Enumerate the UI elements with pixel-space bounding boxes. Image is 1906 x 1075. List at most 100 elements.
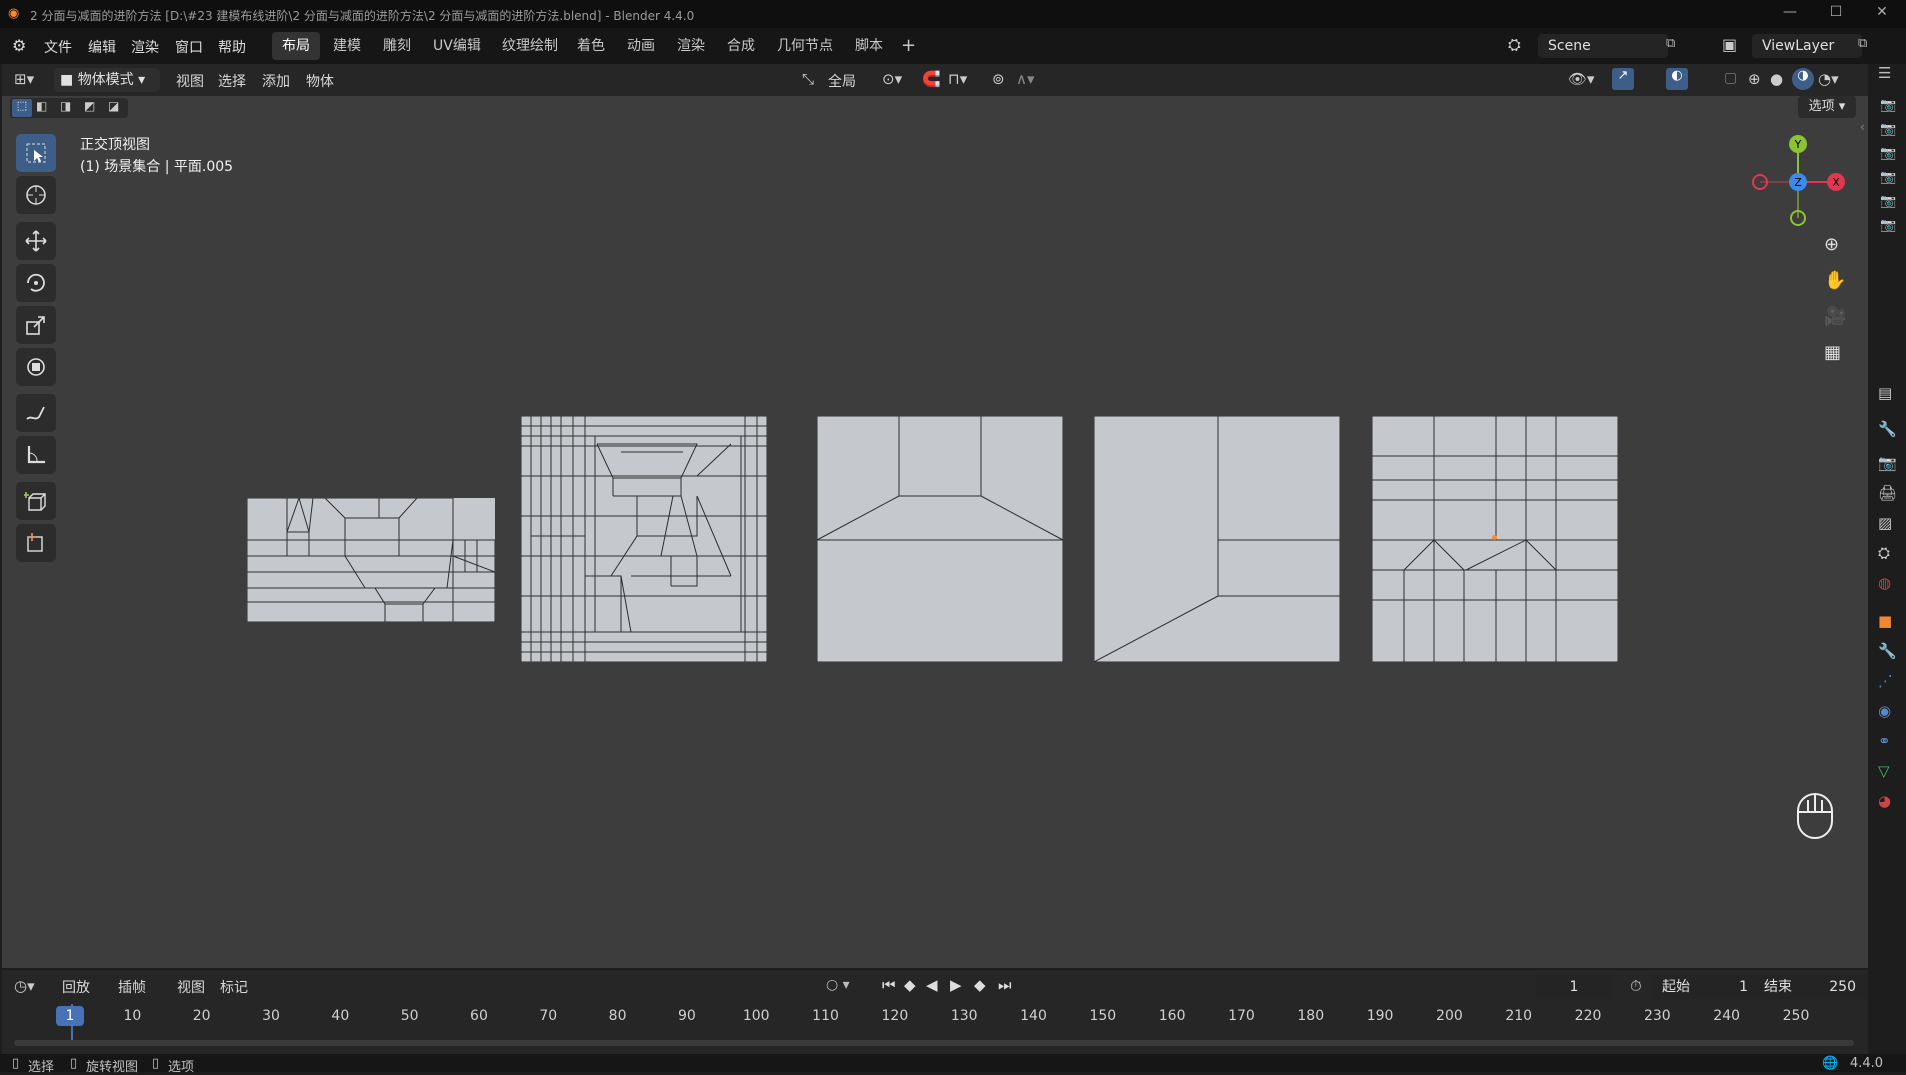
menu-render[interactable]: 渲染	[131, 37, 159, 57]
workspace-tab-texture-paint[interactable]: 纹理绘制	[492, 32, 568, 60]
camera-view-icon[interactable]: 🎥	[1824, 306, 1846, 327]
timeline-menu-playback[interactable]: 回放	[62, 977, 90, 997]
tool-move[interactable]	[16, 222, 56, 260]
workspace-tab-rendering[interactable]: 渲染	[667, 32, 715, 60]
tool-cursor[interactable]	[16, 176, 56, 214]
menu-file[interactable]: 文件	[44, 37, 72, 57]
editor-type-icon[interactable]: ⊞▾	[14, 70, 34, 88]
object-properties-icon[interactable]: ■	[1878, 612, 1892, 630]
pivot-point-icon[interactable]: ⊙▾	[882, 70, 902, 88]
3d-viewport[interactable]: 选项 ▾ ⬚ ◧ ◨ ◩ ◪ 正交顶视图 (1) 场景集合 | 平面.005 Y…	[2, 96, 1868, 968]
solid-shading-icon[interactable]: ●	[1770, 70, 1783, 88]
minimize-button[interactable]: —	[1770, 4, 1810, 24]
tool-add-cube[interactable]	[16, 482, 56, 520]
sidebar-toggle-icon[interactable]: ‹	[1860, 120, 1865, 134]
timeline-editor-type-icon[interactable]: ◷▾	[14, 977, 35, 995]
mesh-plane-3[interactable]	[817, 416, 1063, 662]
camera-toggle-icon-4[interactable]: 📷	[1880, 170, 1896, 185]
viewport-menu-add[interactable]: 添加	[262, 71, 290, 91]
blender-menu-icon[interactable]: ⚙	[12, 36, 26, 55]
snap-target-icon[interactable]: ⊓▾	[948, 70, 967, 88]
mode-selector[interactable]: ■ 物体模式 ▾	[54, 68, 160, 92]
particles-properties-icon[interactable]: ⋰	[1878, 672, 1893, 690]
visibility-icon[interactable]: 👁▾	[1568, 70, 1595, 88]
tool-scale[interactable]	[16, 306, 56, 344]
scene-field[interactable]: Scene	[1538, 34, 1668, 58]
menu-edit[interactable]: 编辑	[88, 37, 116, 57]
camera-toggle-icon-6[interactable]: 📷	[1880, 218, 1896, 233]
material-preview-icon[interactable]: ◑	[1792, 68, 1814, 90]
tool-measure[interactable]	[16, 436, 56, 474]
timeline-scrollbar[interactable]	[14, 1040, 1854, 1046]
zoom-icon[interactable]: ⊕	[1824, 234, 1839, 255]
tool-select-box[interactable]	[16, 134, 56, 172]
maximize-button[interactable]: ☐	[1816, 4, 1856, 24]
select-invert-icon[interactable]: ◩	[84, 99, 95, 113]
playhead-frame-indicator[interactable]: 1	[56, 1006, 84, 1026]
material-properties-icon[interactable]: ◕	[1878, 792, 1891, 810]
select-subtract-icon[interactable]: ◨	[60, 99, 71, 113]
start-frame-field[interactable]: 起始 1	[1652, 975, 1760, 999]
view-layer-selector-icon[interactable]: ▣	[1722, 35, 1737, 54]
menu-help[interactable]: 帮助	[218, 37, 246, 57]
play-icon[interactable]: ▶	[950, 976, 962, 994]
camera-toggle-icon-5[interactable]: 📷	[1880, 194, 1896, 209]
camera-toggle-icon-1[interactable]: 📷	[1880, 98, 1896, 113]
select-intersect-icon[interactable]: ◪	[108, 99, 119, 113]
jump-to-end-icon[interactable]: ⏭	[998, 976, 1012, 994]
view-layer-field[interactable]: ViewLayer	[1752, 34, 1862, 58]
outliner-icon[interactable]: ☰	[1878, 64, 1891, 82]
workspace-tab-sculpting[interactable]: 雕刻	[373, 32, 421, 60]
viewport-menu-view[interactable]: 视图	[176, 71, 204, 91]
play-reverse-icon[interactable]: ◀	[926, 976, 938, 994]
jump-to-keyframe-next-icon[interactable]: ◆	[974, 976, 986, 994]
transform-orientation-value[interactable]: 全局	[828, 71, 856, 91]
overlay-toggle-icon[interactable]: ◐	[1666, 68, 1688, 90]
ortho-toggle-icon[interactable]: ▦	[1824, 342, 1841, 363]
tool-transform[interactable]	[16, 348, 56, 386]
viewport-menu-select[interactable]: 选择	[218, 71, 246, 91]
jump-to-start-icon[interactable]: ⏮	[882, 976, 896, 994]
current-frame-field[interactable]: 1	[1536, 975, 1612, 999]
modifier-properties-icon[interactable]: 🔧	[1878, 642, 1897, 660]
view-layer-properties-icon[interactable]: ▨	[1878, 514, 1892, 532]
gizmo-toggle-icon[interactable]: ↗	[1612, 68, 1634, 90]
select-extend-icon[interactable]: ◧	[36, 99, 47, 113]
timeline-menu-marker[interactable]: 标记	[220, 977, 248, 997]
tool-annotate[interactable]	[16, 394, 56, 432]
snap-icon[interactable]: 🧲	[922, 70, 941, 88]
auto-keying-icon[interactable]: ○ ▾	[826, 977, 850, 993]
constraints-properties-icon[interactable]: ⚭	[1878, 732, 1891, 750]
workspace-tab-uv-editing[interactable]: UV编辑	[423, 32, 491, 60]
mesh-plane-5[interactable]	[1372, 416, 1618, 662]
timeline-menu-keying[interactable]: 插帧	[118, 977, 146, 997]
scene-selector-icon[interactable]: ⛭	[1508, 35, 1521, 55]
mesh-plane-4[interactable]	[1094, 416, 1340, 662]
proportional-editing-icon[interactable]: ⊚	[992, 70, 1005, 88]
viewport-menu-object[interactable]: 物体	[306, 71, 334, 91]
workspace-tab-shading[interactable]: 着色	[567, 32, 615, 60]
scene-properties-icon[interactable]: ⛭	[1878, 544, 1890, 562]
xray-toggle-icon[interactable]: ▢	[1724, 70, 1737, 86]
falloff-icon[interactable]: ∧▾	[1016, 70, 1035, 88]
render-properties-icon[interactable]: 📷	[1878, 454, 1897, 472]
end-frame-field[interactable]: 结束 250	[1754, 975, 1868, 999]
output-properties-icon[interactable]: 🖨	[1878, 484, 1897, 502]
timeline-menu-view[interactable]: 视图	[177, 977, 205, 997]
wireframe-shading-icon[interactable]: ⊕	[1748, 70, 1761, 88]
physics-properties-icon[interactable]: ◉	[1878, 702, 1891, 720]
rendered-shading-icon[interactable]: ◔▾	[1818, 70, 1839, 88]
close-window-button[interactable]: ✕	[1862, 4, 1902, 24]
viewport-options-button[interactable]: 选项 ▾	[1798, 96, 1856, 118]
menu-window[interactable]: 窗口	[175, 37, 203, 57]
new-view-layer-icon[interactable]: ⧉	[1858, 36, 1867, 51]
select-new-icon[interactable]: ⬚	[12, 99, 32, 117]
world-properties-icon[interactable]: ◍	[1878, 574, 1891, 592]
properties-editor-icon[interactable]: ▤	[1878, 384, 1892, 402]
workspace-tab-layout[interactable]: 布局	[272, 32, 320, 60]
jump-to-keyframe-prev-icon[interactable]: ◆	[904, 976, 916, 994]
workspace-tab-modeling[interactable]: 建模	[323, 32, 371, 60]
workspace-tab-scripting[interactable]: 脚本	[845, 32, 893, 60]
workspace-tab-geometry-nodes[interactable]: 几何节点	[767, 32, 843, 60]
workspace-tab-compositing[interactable]: 合成	[717, 32, 765, 60]
